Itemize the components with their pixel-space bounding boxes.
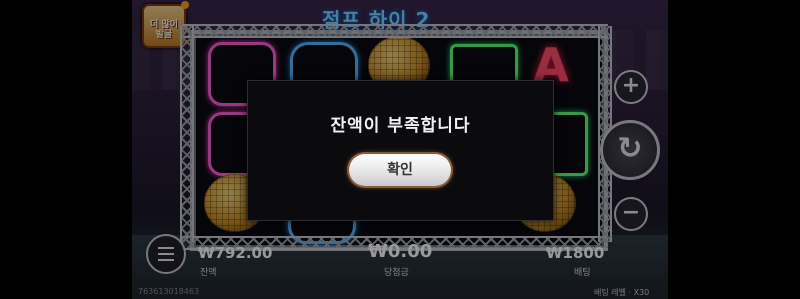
dialog-message: 잔액이 부족합니다	[330, 116, 471, 136]
confirm-button[interactable]: 확인	[349, 154, 451, 186]
insufficient-balance-dialog: 잔액이 부족합니다 확인	[247, 80, 554, 221]
